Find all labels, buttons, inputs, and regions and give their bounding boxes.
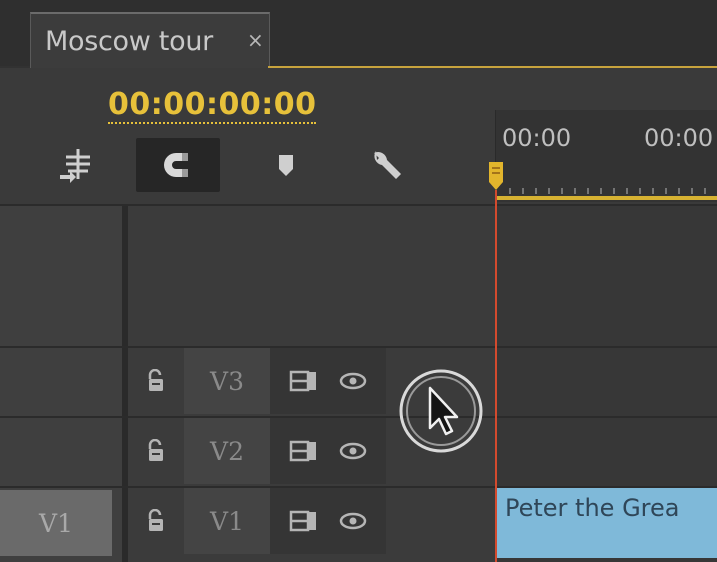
- close-tab-icon[interactable]: ×: [247, 28, 264, 52]
- snap-magnet-icon: [164, 153, 188, 177]
- timeline-settings-button[interactable]: [346, 138, 430, 192]
- track-lock-button[interactable]: [128, 488, 184, 554]
- unlocked-lock-icon: [148, 369, 163, 391]
- add-marker-icon: [279, 155, 293, 176]
- snap-button[interactable]: [136, 138, 220, 192]
- track-toggles: [270, 418, 386, 484]
- source-patch-label: V1: [39, 508, 73, 538]
- ruler-label: 00:00: [502, 124, 572, 152]
- timeline-toolbar: [0, 138, 495, 198]
- sync-lock-icon[interactable]: [289, 439, 319, 463]
- video-clip[interactable]: Peter the Grea: [497, 488, 717, 558]
- playhead-handle-icon[interactable]: [488, 160, 504, 192]
- track-name: V1: [210, 506, 244, 536]
- track-name-cell[interactable]: V1: [184, 488, 270, 554]
- track-name-cell[interactable]: V3: [184, 348, 270, 414]
- track-name-cell[interactable]: V2: [184, 418, 270, 484]
- sync-lock-icon[interactable]: [289, 509, 319, 533]
- track-name: V3: [210, 366, 244, 396]
- track-lock-button[interactable]: [128, 418, 184, 484]
- sequence-tab[interactable]: Moscow tour ×: [30, 12, 270, 68]
- work-area-bar[interactable]: [495, 196, 717, 200]
- eye-icon[interactable]: [339, 441, 367, 461]
- unlocked-lock-icon: [148, 439, 163, 461]
- track-toggles: [270, 348, 386, 414]
- sync-lock-icon[interactable]: [289, 369, 319, 393]
- track-lock-button[interactable]: [128, 348, 184, 414]
- clip-label: Peter the Grea: [505, 494, 680, 522]
- ruler-label: 00:00: [644, 124, 714, 152]
- add-marker-button[interactable]: [244, 138, 328, 192]
- sequence-tab-label: Moscow tour: [45, 26, 213, 57]
- eye-icon[interactable]: [339, 371, 367, 391]
- track-name: V2: [210, 436, 244, 466]
- insert-nested-sequence-button[interactable]: [34, 138, 118, 192]
- row-divider: [0, 204, 717, 206]
- track-toggles: [270, 488, 386, 554]
- ruler-ticks: [509, 188, 706, 194]
- insert-nested-sequence-icon: [60, 149, 90, 183]
- track-header-v1: V1: [128, 488, 495, 556]
- eye-icon[interactable]: [339, 511, 367, 531]
- mouse-cursor: [396, 366, 486, 456]
- playhead-line[interactable]: [495, 190, 497, 562]
- timeline-panel-frame: Moscow tour × 00:00:00:00 00:00 00:00 V3…: [0, 0, 717, 562]
- cursor-arrow-icon: [399, 369, 483, 453]
- timeline-settings-wrench-icon: [374, 151, 401, 179]
- source-patch-v1[interactable]: V1: [0, 490, 112, 556]
- time-ruler[interactable]: 00:00 00:00: [495, 110, 717, 202]
- unlocked-lock-icon: [148, 509, 163, 531]
- playhead-timecode[interactable]: 00:00:00:00: [108, 88, 317, 124]
